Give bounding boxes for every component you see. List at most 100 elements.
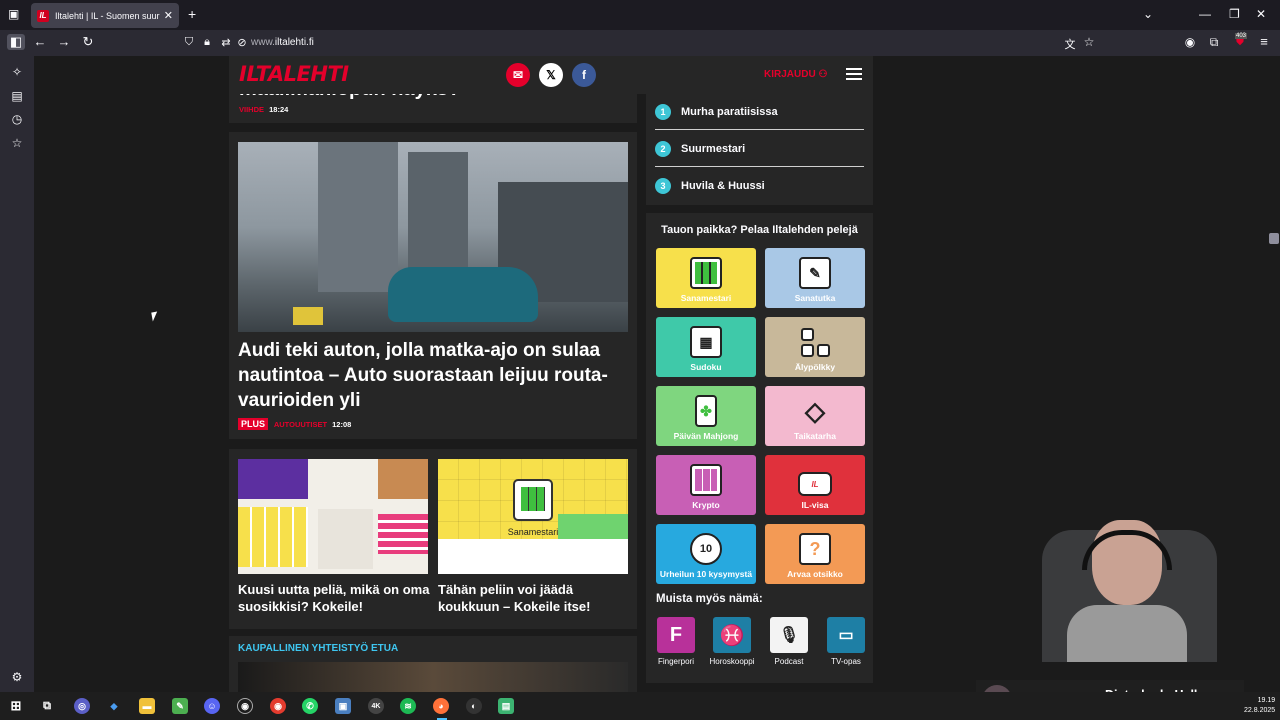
login-link[interactable]: KIRJAUDU ⚇: [764, 69, 827, 80]
article-card-main[interactable]: Audi teki auton, jolla matka-ajo on sula…: [229, 132, 637, 439]
site-header: ILTALEHTI ✉ 𝕏 f KIRJAUDU ⚇: [229, 56, 873, 94]
lock-icon[interactable]: 🔒︎: [198, 36, 216, 49]
most-read-item[interactable]: 2 Suurmestari: [655, 131, 864, 167]
game-sanamestari[interactable]: Sanamestari: [656, 248, 756, 308]
tab-overview-icon[interactable]: ▣: [8, 7, 19, 21]
x-share-icon[interactable]: 𝕏: [539, 63, 563, 87]
app-icon-5[interactable]: ◐: [466, 698, 482, 714]
synced-tabs-icon[interactable]: ▤: [10, 89, 24, 103]
link-fingerpori[interactable]: F Fingerpori: [650, 617, 702, 666]
link-podcast[interactable]: 🎙︎ Podcast: [763, 617, 815, 666]
game-sudoku[interactable]: ▦ Sudoku: [656, 317, 756, 377]
il-visa-icon: IL: [798, 472, 832, 496]
app-icon-2[interactable]: ◆: [106, 698, 122, 714]
forward-icon[interactable]: →: [55, 34, 73, 49]
commercial-image[interactable]: [238, 662, 628, 692]
extensions-icon[interactable]: ⧉: [1205, 35, 1223, 50]
most-read-box: 1 Murha paratiisissa 2 Suurmestari 3 Huv…: [646, 94, 873, 205]
article-image-sanamestari[interactable]: Sanamestari: [438, 459, 628, 574]
article-headline-sanamestari[interactable]: Tähän peliin voi jäädä koukkuun – Kokeil…: [438, 581, 633, 615]
game-taikatarha[interactable]: ◇ Taikatarha: [765, 386, 865, 446]
iltalehti-logo[interactable]: ILTALEHTI: [239, 62, 349, 86]
game-paivan-mahjong[interactable]: ✤ Päivän Mahjong: [656, 386, 756, 446]
account-icon[interactable]: ◉: [1181, 35, 1199, 49]
browser-sidebar: ✧ ▤ ◷ ☆ ⚙: [0, 56, 34, 692]
article-category: VIIHDE: [239, 105, 265, 114]
restore-icon[interactable]: ❐: [1229, 7, 1240, 21]
system-clock[interactable]: 19.19 22.8.2025: [1244, 696, 1275, 716]
spotify-icon[interactable]: ≋: [400, 698, 416, 714]
tab-strip: ▣ IL Iltalehti | IL - Suomen suurin uu ✕…: [0, 0, 1280, 30]
whatsapp-icon[interactable]: ✆: [302, 698, 318, 714]
close-window-icon[interactable]: ✕: [1256, 7, 1266, 21]
chevron-down-icon[interactable]: ⌄: [1143, 7, 1153, 21]
article-headline-main[interactable]: Audi teki auton, jolla matka-ajo on sula…: [238, 338, 623, 413]
app-icon-3[interactable]: ▣: [335, 698, 351, 714]
muista-label: Fingerpori: [657, 657, 694, 666]
close-tab-icon[interactable]: ✕: [164, 9, 173, 22]
sudoku-icon: ▦: [690, 326, 722, 358]
windows-start-icon[interactable]: ⊞: [8, 698, 24, 714]
article-image-games[interactable]: [238, 459, 428, 574]
question-icon: ?: [799, 533, 831, 565]
game-il-visa[interactable]: IL IL-visa: [765, 455, 865, 515]
settings-gear-icon[interactable]: ⚙: [10, 670, 24, 684]
discord-icon[interactable]: ☺: [204, 698, 220, 714]
link-horoskooppi[interactable]: ♓ Horoskooppi: [706, 617, 758, 666]
game-label: Älypölkky: [794, 362, 836, 372]
reload-icon[interactable]: ↻: [79, 34, 97, 50]
shield-icon[interactable]: ⛉: [180, 36, 198, 49]
sidebar-toggle-icon[interactable]: ◧: [7, 34, 25, 50]
muista-label: Podcast: [774, 657, 804, 666]
games-title: Tauon paikka? Pelaa Iltalehden pelejä: [661, 224, 858, 236]
fingerpori-icon: F: [657, 617, 695, 653]
muista-title: Muista myös nämä:: [656, 593, 763, 605]
chrome-icon[interactable]: ◉: [270, 698, 286, 714]
link-tv-opas[interactable]: ▭ TV-opas: [820, 617, 872, 666]
article-image-audi[interactable]: [238, 142, 628, 332]
ai-chat-icon[interactable]: ✧: [10, 65, 24, 79]
new-tab-icon[interactable]: +: [188, 6, 196, 22]
app-icon-6[interactable]: ▤: [498, 698, 514, 714]
tracking-icon[interactable]: ⊘: [233, 36, 251, 49]
hamburger-menu-icon[interactable]: [846, 68, 862, 80]
url-bar[interactable]: www.iltalehti.fi: [251, 37, 314, 48]
game-urheilun-10[interactable]: 10 Urheilun 10 kysymystä: [656, 524, 756, 584]
game-arvaa-otsikko[interactable]: ? Arvaa otsikko: [765, 524, 865, 584]
article-category: AUTOUUTISET: [273, 420, 328, 429]
article-headline-games[interactable]: Kuusi uutta peliä, mikä on oma suosikkis…: [238, 581, 433, 615]
most-read-item[interactable]: 3 Huvila & Huussi: [655, 168, 864, 204]
article-time: 18:24: [269, 105, 289, 114]
translate-icon[interactable]: 文: [1061, 36, 1079, 52]
game-krypto[interactable]: Krypto: [656, 455, 756, 515]
bookmarks-icon[interactable]: ☆: [10, 136, 24, 150]
bookmark-star-icon[interactable]: ☆: [1080, 35, 1098, 49]
sanamestari-icon: [690, 257, 722, 289]
commercial-card[interactable]: KAUPALLINEN YHTEISTYÖ ETUA: [229, 636, 637, 692]
iltalehti-favicon: IL: [37, 9, 49, 22]
game-sanatutka[interactable]: ✎ Sanatutka: [765, 248, 865, 308]
minimize-icon[interactable]: —: [1199, 7, 1211, 21]
notepad-icon[interactable]: ✎: [172, 698, 188, 714]
file-explorer-icon[interactable]: ▬: [139, 698, 155, 714]
tv-icon: ▭: [827, 617, 865, 653]
back-icon[interactable]: ←: [31, 34, 49, 49]
most-read-item[interactable]: 1 Murha paratiisissa: [655, 94, 864, 130]
tab-iltalehti[interactable]: IL Iltalehti | IL - Suomen suurin uu ✕: [31, 3, 179, 28]
page-scrollbar[interactable]: [1268, 56, 1280, 692]
menu-icon[interactable]: ≡: [1255, 34, 1273, 49]
game-label: Krypto: [692, 500, 720, 510]
obs-icon[interactable]: ◉: [237, 698, 253, 714]
scrollbar-thumb[interactable]: [1269, 233, 1279, 244]
app-icon-1[interactable]: ◎: [74, 698, 90, 714]
game-label: Sanamestari: [680, 293, 732, 303]
facebook-share-icon[interactable]: f: [572, 63, 596, 87]
app-icon-4k[interactable]: 4K: [368, 698, 384, 714]
task-view-icon[interactable]: ⧉: [39, 698, 55, 714]
game-alypolkky[interactable]: Älypölkky: [765, 317, 865, 377]
tab-title: Iltalehti | IL - Suomen suurin uu: [55, 10, 160, 21]
email-share-icon[interactable]: ✉: [506, 63, 530, 87]
history-icon[interactable]: ◷: [10, 112, 24, 126]
number-badge: 2: [655, 140, 671, 157]
firefox-icon[interactable]: ◕: [433, 698, 449, 714]
